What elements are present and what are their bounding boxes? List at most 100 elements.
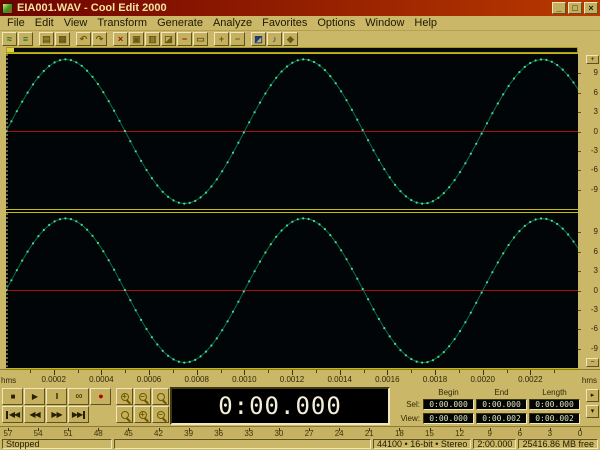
delete-button[interactable]: − <box>177 32 192 46</box>
waveform-left-channel[interactable] <box>6 54 578 209</box>
fast-forward-button[interactable]: ▶▶ <box>46 406 67 423</box>
window-title: EIA001.WAV - Cool Edit 2000 <box>17 2 167 14</box>
amplitude-label: 3 <box>593 266 598 276</box>
go-to-end-icon: ▶▶ <box>72 410 86 419</box>
redo-button[interactable]: ↷ <box>92 32 107 46</box>
view-begin-field[interactable]: 0:00.000 <box>423 412 474 424</box>
undo-button[interactable]: ↶ <box>76 32 91 46</box>
zoom-in-button[interactable]: + <box>214 32 229 46</box>
waveform-right-channel[interactable] <box>6 213 578 368</box>
menu-analyze[interactable]: Analyze <box>208 17 257 29</box>
meter-label: 57 <box>3 429 13 438</box>
zoom-to-selection-button[interactable] <box>116 406 133 423</box>
panel-toggle-bottom-button[interactable]: ▾ <box>586 405 599 418</box>
pause-icon: ‖ <box>55 391 58 401</box>
zoom-in-horizontal-button[interactable]: + <box>116 388 133 405</box>
cue-list-icon: ◩ <box>254 33 263 44</box>
trim-button[interactable]: ▭ <box>193 32 208 46</box>
zoom-full-button[interactable] <box>152 388 169 405</box>
transport-row-2: ◀◀ ◀◀ ▶▶ ▶▶ <box>2 406 90 424</box>
rewind-button[interactable]: ◀◀ <box>24 406 45 423</box>
toolbar-separator <box>209 32 213 46</box>
timeline-tick-label: 0.0018 <box>422 375 448 384</box>
menu-view[interactable]: View <box>59 17 93 29</box>
save-file-button[interactable]: ▦ <box>55 32 70 46</box>
play-looped-button[interactable]: ∞ <box>68 388 89 405</box>
menu-generate[interactable]: Generate <box>152 17 208 29</box>
sel-length-field[interactable]: 0:00.000 <box>529 398 580 410</box>
timeline-ruler[interactable]: hms 0.0002 0.0004 0.0006 0.0008 0.0010 0.0012… <box>0 369 600 386</box>
pause-button[interactable]: ‖ <box>46 388 67 405</box>
menu-file[interactable]: File <box>2 17 30 29</box>
amplitude-label: 9 <box>593 227 598 237</box>
menu-favorites[interactable]: Favorites <box>257 17 312 29</box>
redo-icon: ↷ <box>95 33 104 44</box>
meter-label: 24 <box>334 429 344 438</box>
timeline-tick <box>77 370 79 373</box>
meter-label: 48 <box>93 429 103 438</box>
cut-icon: × <box>117 33 124 44</box>
meter-label: 36 <box>214 429 224 438</box>
zoom-to-selection-icon <box>120 410 129 419</box>
zoom-out-vertical-button[interactable]: − <box>152 406 169 423</box>
menu-bar: File Edit View Transform Generate Analyze Favo… <box>0 16 600 31</box>
menu-options[interactable]: Options <box>312 17 360 29</box>
paste-button[interactable]: ▥ <box>145 32 160 46</box>
go-to-beginning-button[interactable]: ◀◀ <box>2 406 23 423</box>
maximize-button[interactable]: □ <box>568 2 582 14</box>
column-header-end: End <box>494 387 509 397</box>
mix-paste-button[interactable]: ◪ <box>161 32 176 46</box>
timeline-tick-label: 0.0014 <box>327 375 352 384</box>
play-looped-icon: ∞ <box>75 390 82 402</box>
multitrack-view-button[interactable]: ≡ <box>18 32 33 46</box>
zoom-in-vertical-button[interactable]: + <box>134 406 151 423</box>
amplitude-label: -9 <box>590 184 598 194</box>
view-end-field[interactable]: 0:00.002 <box>476 412 527 424</box>
zoom-in-icon: + <box>218 33 225 44</box>
record-button[interactable]: ● <box>90 388 111 405</box>
settings-icon: ◆ <box>287 33 294 44</box>
app-icon[interactable] <box>2 2 13 14</box>
transport-row-1: ■ ▶ ‖ ∞ ● <box>2 388 112 406</box>
panel-toggle-top-button[interactable]: ▸ <box>586 389 599 402</box>
menu-transform[interactable]: Transform <box>92 17 152 29</box>
play-button[interactable]: ▶ <box>24 388 45 405</box>
view-length-field[interactable]: 0:00.002 <box>529 412 580 424</box>
stop-button[interactable]: ■ <box>2 388 23 405</box>
level-meter[interactable]: 57 54 51 48 45 42 39 36 33 30 27 24 21 18 15 12 9 6 3 0 <box>0 426 600 438</box>
vertical-zoom-out-button[interactable]: − <box>586 358 599 367</box>
amplitude-label: 9 <box>593 68 598 78</box>
zoom-in-vertical-icon: + <box>138 410 147 419</box>
time-display[interactable]: 0:00.000 <box>170 387 390 425</box>
view-row-label: View: <box>400 413 420 423</box>
menu-help[interactable]: Help <box>409 17 442 29</box>
menu-edit[interactable]: Edit <box>30 17 59 29</box>
go-to-end-button[interactable]: ▶▶ <box>68 406 89 423</box>
minimize-button[interactable]: _ <box>552 2 566 14</box>
menu-window[interactable]: Window <box>360 17 409 29</box>
cut-button[interactable]: × <box>113 32 128 46</box>
timeline-tick <box>268 370 270 373</box>
copy-button[interactable]: ▣ <box>129 32 144 46</box>
amplitude-ruler[interactable]: + 9 6 3 0 -3 -6 -9 9 6 3 0 -3 -6 -9 − <box>578 53 600 369</box>
selection-view-panel: Begin End Length Sel: 0:00.000 0:00.000 … <box>394 387 584 425</box>
zoom-out-horizontal-button[interactable]: − <box>134 388 151 405</box>
copy-icon: ▣ <box>132 33 141 44</box>
meter-label: 12 <box>455 429 465 438</box>
zoom-out-button[interactable]: − <box>230 32 245 46</box>
meter-label: 18 <box>394 429 404 438</box>
timeline-tick <box>29 370 31 373</box>
open-file-button[interactable]: ▤ <box>39 32 54 46</box>
vertical-zoom-in-button[interactable]: + <box>586 55 599 64</box>
settings-button[interactable]: ◆ <box>283 32 298 46</box>
status-free-space: 25416.86 MB free <box>518 439 598 449</box>
amplitude-label: 0 <box>593 285 598 295</box>
column-header-begin: Begin <box>438 387 459 397</box>
close-button[interactable]: × <box>584 2 598 14</box>
play-list-button[interactable]: ♪ <box>267 32 282 46</box>
sel-end-field[interactable]: 0:00.000 <box>476 398 527 410</box>
sel-begin-field[interactable]: 0:00.000 <box>423 398 474 410</box>
cue-list-button[interactable]: ◩ <box>251 32 266 46</box>
waveform-view-button[interactable]: ≈ <box>2 32 17 46</box>
view-indicator[interactable] <box>7 48 14 52</box>
